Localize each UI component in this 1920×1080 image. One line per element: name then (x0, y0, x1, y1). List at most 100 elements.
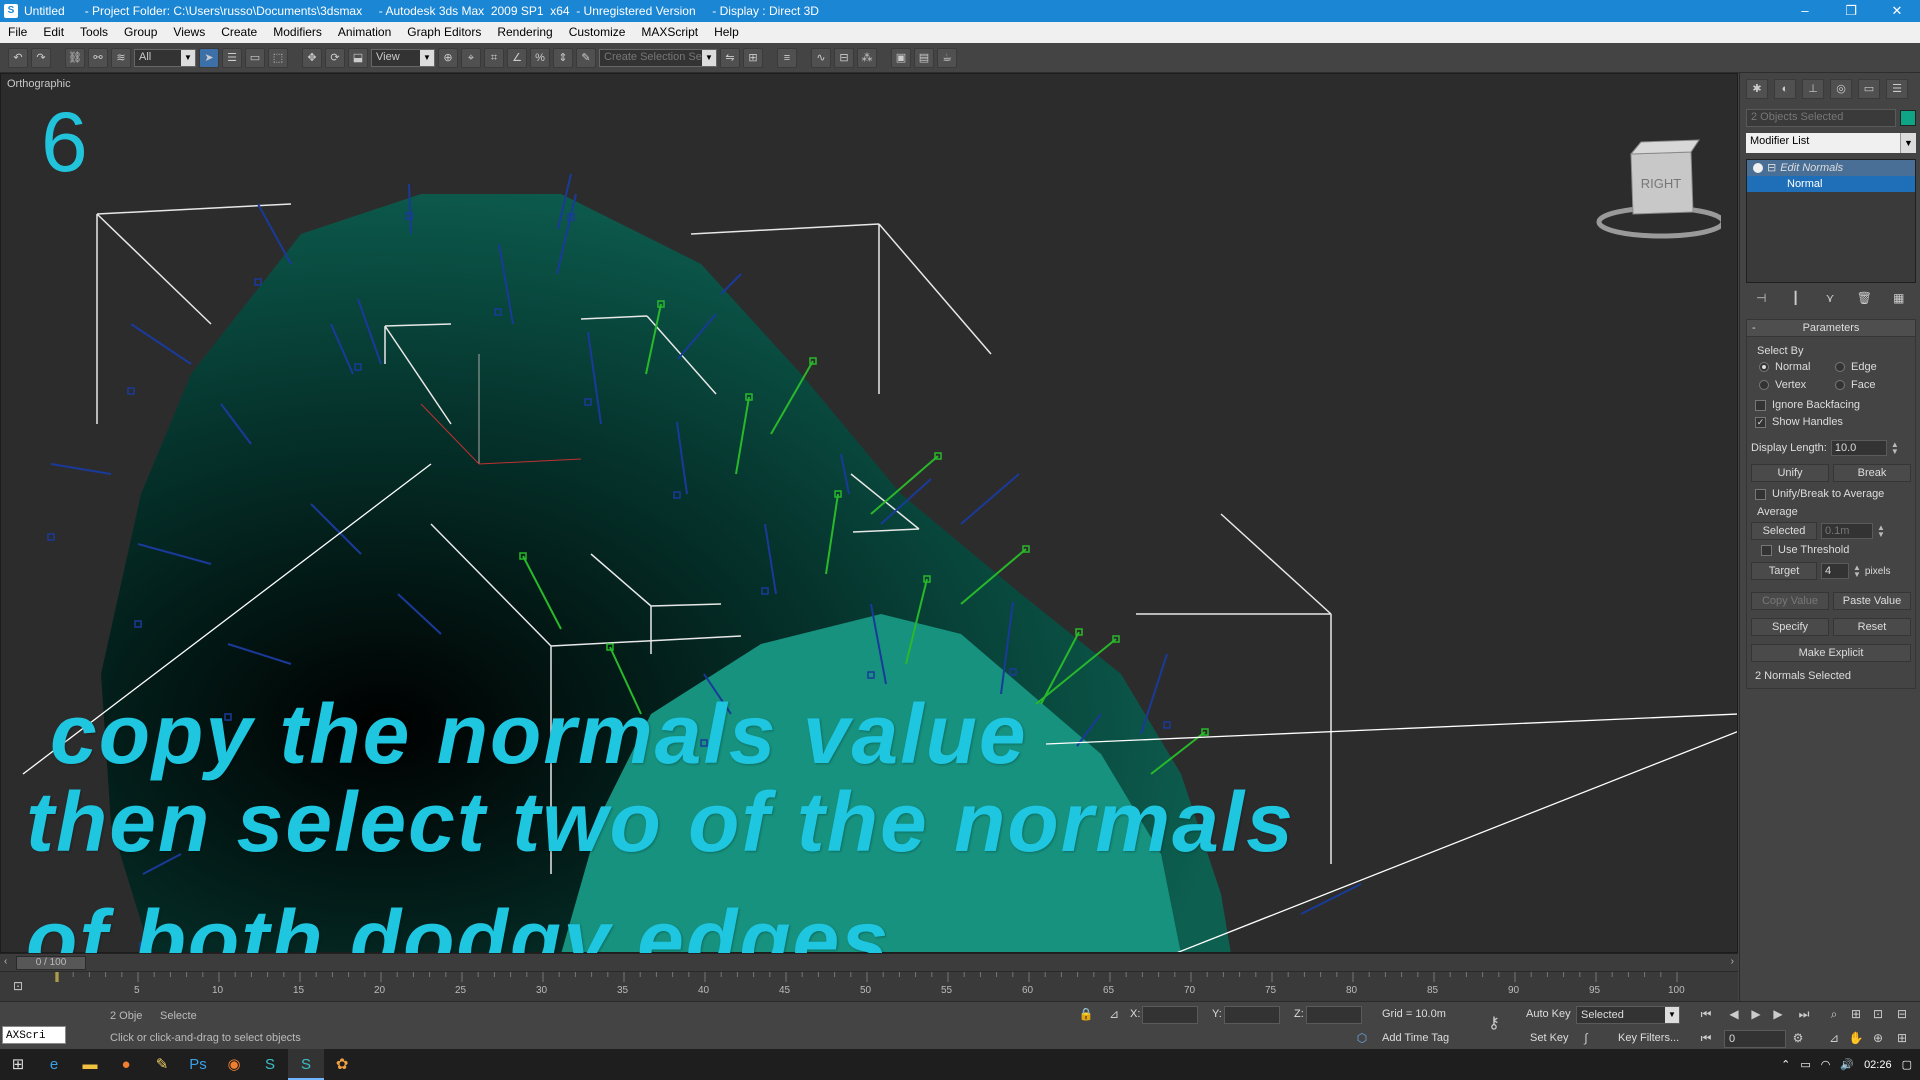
undo-icon[interactable]: ↶ (8, 47, 28, 68)
radio-edge[interactable]: Edge (1835, 361, 1911, 373)
time-slider-handle[interactable]: 0 / 100 (16, 956, 86, 970)
spinner-arrows-icon[interactable]: ▲ ▼ (1891, 441, 1899, 456)
z-coordinate-field[interactable] (1306, 1006, 1362, 1024)
prev-frame-icon[interactable]: ◀ (1726, 1006, 1742, 1022)
track-bar[interactable]: ⊡ 5 10 15 20 25 30 35 40 45 50 55 60 65 … (0, 971, 1738, 1001)
align-icon[interactable]: ⊞ (743, 47, 763, 68)
average-selected-value[interactable]: 0.1m (1821, 523, 1873, 539)
remove-modifier-icon[interactable]: 🗑 (1854, 291, 1874, 307)
paste-value-button[interactable]: Paste Value (1833, 592, 1911, 610)
break-button[interactable]: Break (1833, 464, 1911, 482)
make-unique-icon[interactable]: ⋎ (1820, 291, 1840, 307)
render-frame-icon[interactable]: ▤ (914, 47, 934, 68)
percent-snap-icon[interactable]: % (530, 47, 550, 68)
orbit-icon[interactable]: ⊕ (1870, 1030, 1886, 1046)
key-tangent-icon[interactable]: ∫ (1578, 1030, 1594, 1046)
paint-icon[interactable]: ✿ (324, 1049, 360, 1080)
firefox-icon[interactable]: ● (108, 1049, 144, 1080)
menu-modifiers[interactable]: Modifiers (265, 22, 330, 43)
material-editor-icon[interactable]: ⁂ (857, 47, 877, 68)
manipulate-icon[interactable]: ⌖ (461, 47, 481, 68)
edit-named-sel-icon[interactable]: ✎ (576, 47, 596, 68)
angle-snap-icon[interactable]: ∠ (507, 47, 527, 68)
time-tag-icon[interactable]: ⬡ (1354, 1030, 1370, 1046)
notepad-icon[interactable]: ✎ (144, 1049, 180, 1080)
time-slider[interactable]: ‹ 0 / 100 › (0, 953, 1738, 971)
selection-filter-dropdown[interactable]: All ▼ (134, 48, 196, 67)
menu-maxscript[interactable]: MAXScript (633, 22, 706, 43)
play-icon[interactable]: ▶ (1748, 1006, 1764, 1022)
ignore-backfacing-checkbox[interactable]: Ignore Backfacing (1755, 399, 1911, 411)
maximize-button[interactable]: ❐ (1828, 0, 1874, 22)
menu-file[interactable]: File (0, 22, 35, 43)
named-selection-dropdown[interactable]: Create Selection Se ▼ (599, 48, 717, 67)
snap-icon[interactable]: ⌗ (484, 47, 504, 68)
expand-icon[interactable]: ⊟ (1767, 160, 1776, 176)
viewport-label[interactable]: Orthographic (7, 78, 71, 90)
minimize-button[interactable]: – (1782, 0, 1828, 22)
wifi-icon[interactable]: ◠ (1821, 1058, 1831, 1071)
redo-icon[interactable]: ↷ (31, 47, 51, 68)
time-config-icon[interactable]: ⚙ (1790, 1030, 1806, 1046)
add-time-tag-label[interactable]: Add Time Tag (1382, 1032, 1449, 1044)
3dsmax-icon[interactable]: S (4, 4, 18, 18)
radio-vertex[interactable]: Vertex (1759, 379, 1835, 391)
select-link-icon[interactable]: ⛓ (65, 47, 85, 68)
specify-button[interactable]: Specify (1751, 618, 1829, 636)
reset-button[interactable]: Reset (1833, 618, 1911, 636)
window-crossing-icon[interactable]: ⬚ (268, 47, 288, 68)
key-icon[interactable]: ⚷ (1486, 1016, 1502, 1032)
motion-tab-icon[interactable]: ◎ (1830, 79, 1852, 99)
rect-region-icon[interactable]: ▭ (245, 47, 265, 68)
maximize-viewport-icon[interactable]: ⊞ (1894, 1030, 1910, 1046)
lock-icon[interactable]: 🔒 (1078, 1006, 1094, 1022)
file-explorer-icon[interactable]: ▬ (72, 1049, 108, 1080)
unlink-icon[interactable]: ⚯ (88, 47, 108, 68)
set-key-button[interactable]: Set Key (1530, 1032, 1569, 1044)
stack-item-edit-normals[interactable]: ⊟ Edit Normals (1747, 160, 1915, 176)
display-tab-icon[interactable]: ▭ (1858, 79, 1880, 99)
select-object-icon[interactable]: ➤ (199, 47, 219, 68)
zoom-all-icon[interactable]: ⊞ (1848, 1006, 1864, 1022)
hierarchy-tab-icon[interactable]: ⊥ (1802, 79, 1824, 99)
average-selected-button[interactable]: Selected (1751, 522, 1817, 540)
pivot-icon[interactable]: ⊕ (438, 47, 458, 68)
use-threshold-checkbox[interactable]: Use Threshold (1755, 544, 1911, 556)
configure-sets-icon[interactable]: ▦ (1889, 291, 1909, 307)
edge-icon[interactable]: e (36, 1049, 72, 1080)
3dsmax-icon[interactable]: S (288, 1049, 324, 1080)
average-target-button[interactable]: Target (1751, 562, 1817, 580)
show-end-result-icon[interactable]: ┃ (1786, 291, 1806, 307)
move-icon[interactable]: ✥ (302, 47, 322, 68)
spinner-arrows-icon[interactable]: ▲ ▼ (1853, 564, 1861, 579)
chevron-left-icon[interactable]: ‹ (4, 956, 7, 967)
viewcube[interactable]: RIGHT (1591, 134, 1721, 244)
pan-icon[interactable]: ✋ (1848, 1030, 1864, 1046)
menu-graph-editors[interactable]: Graph Editors (399, 22, 489, 43)
zoom-extents-all-icon[interactable]: ⊟ (1894, 1006, 1910, 1022)
menu-customize[interactable]: Customize (561, 22, 634, 43)
bind-spacewarp-icon[interactable]: ≋ (111, 47, 131, 68)
y-coordinate-field[interactable] (1224, 1006, 1280, 1024)
target-value-field[interactable]: 4 (1821, 563, 1849, 579)
radio-face[interactable]: Face (1835, 379, 1911, 391)
show-handles-checkbox[interactable]: ✓ Show Handles (1755, 416, 1911, 428)
object-color-swatch[interactable] (1900, 110, 1916, 126)
goto-start-icon[interactable]: ⏮ (1698, 1006, 1714, 1022)
menu-views[interactable]: Views (165, 22, 213, 43)
radio-normal[interactable]: Normal (1759, 361, 1835, 373)
rotate-icon[interactable]: ⟳ (325, 47, 345, 68)
layer-icon[interactable]: ≡ (777, 47, 797, 68)
field-of-view-icon[interactable]: ⊿ (1826, 1030, 1842, 1046)
curve-editor-icon[interactable]: ∿ (811, 47, 831, 68)
notifications-icon[interactable]: ▢ (1902, 1058, 1912, 1071)
x-coordinate-field[interactable] (1142, 1006, 1198, 1024)
zoom-extents-icon[interactable]: ⊡ (1870, 1006, 1886, 1022)
parameters-rollout-header[interactable]: - Parameters (1746, 319, 1916, 337)
maxscript-listener[interactable]: AXScri (2, 1026, 66, 1044)
chevron-right-icon[interactable]: › (1731, 956, 1734, 967)
reference-coord-dropdown[interactable]: View ▼ (371, 48, 435, 67)
pin-stack-icon[interactable]: ⊣ (1751, 291, 1771, 307)
key-mode-dropdown[interactable]: Selected ▼ (1576, 1006, 1680, 1024)
modifier-list-dropdown[interactable]: Modifier List ▼ (1746, 133, 1916, 153)
